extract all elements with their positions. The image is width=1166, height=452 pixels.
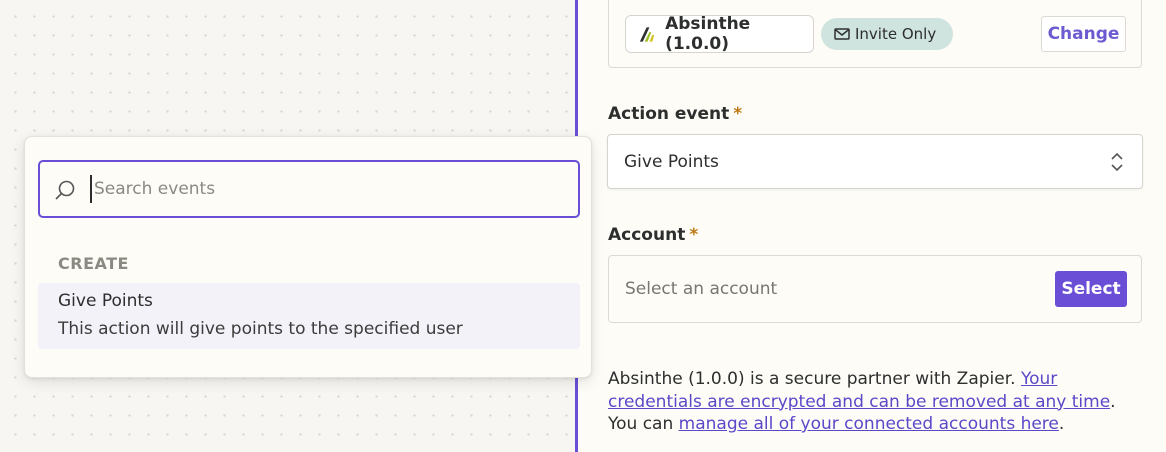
manage-accounts-link[interactable]: manage all of your connected accounts he… [679,414,1059,434]
event-option-give-points[interactable]: Give Points This action will give points… [38,283,580,349]
app-card: Absinthe (1.0.0) Invite Only Change [608,0,1142,68]
invite-only-badge: Invite Only [821,18,953,50]
app-chip: Absinthe (1.0.0) [625,14,814,54]
absinthe-logo-icon [639,27,655,42]
action-event-label-text: Action event [608,104,730,124]
security-info: Absinthe (1.0.0) is a secure partner wit… [608,368,1138,436]
step-config-panel: Absinthe (1.0.0) Invite Only Change Acti… [578,0,1166,452]
search-events-input[interactable] [90,175,560,203]
required-marker: * [689,225,699,245]
search-field[interactable] [38,160,580,218]
action-event-label: Action event * [608,104,742,124]
account-placeholder: Select an account [625,279,778,299]
chevron-up-down-icon [1111,152,1123,172]
mail-icon [834,28,850,40]
info-text-1: Absinthe (1.0.0) is a secure partner wit… [608,369,1021,389]
required-marker: * [733,104,743,124]
option-title: Give Points [58,291,153,311]
action-event-select[interactable]: Give Points [607,134,1143,189]
account-label-text: Account [608,225,686,245]
account-label: Account * [608,225,698,245]
section-title: CREATE [58,254,129,273]
info-text-3: . [1058,414,1065,434]
event-dropdown: CREATE Give Points This action will give… [24,136,592,378]
select-account-button[interactable]: Select [1055,271,1127,307]
option-description: This action will give points to the spec… [58,319,463,339]
action-event-value: Give Points [624,151,719,172]
invite-only-label: Invite Only [855,25,937,43]
change-app-button[interactable]: Change [1041,16,1126,52]
app-name: Absinthe (1.0.0) [665,14,751,54]
account-field: Select an account Select [608,255,1142,323]
search-icon [55,180,75,200]
